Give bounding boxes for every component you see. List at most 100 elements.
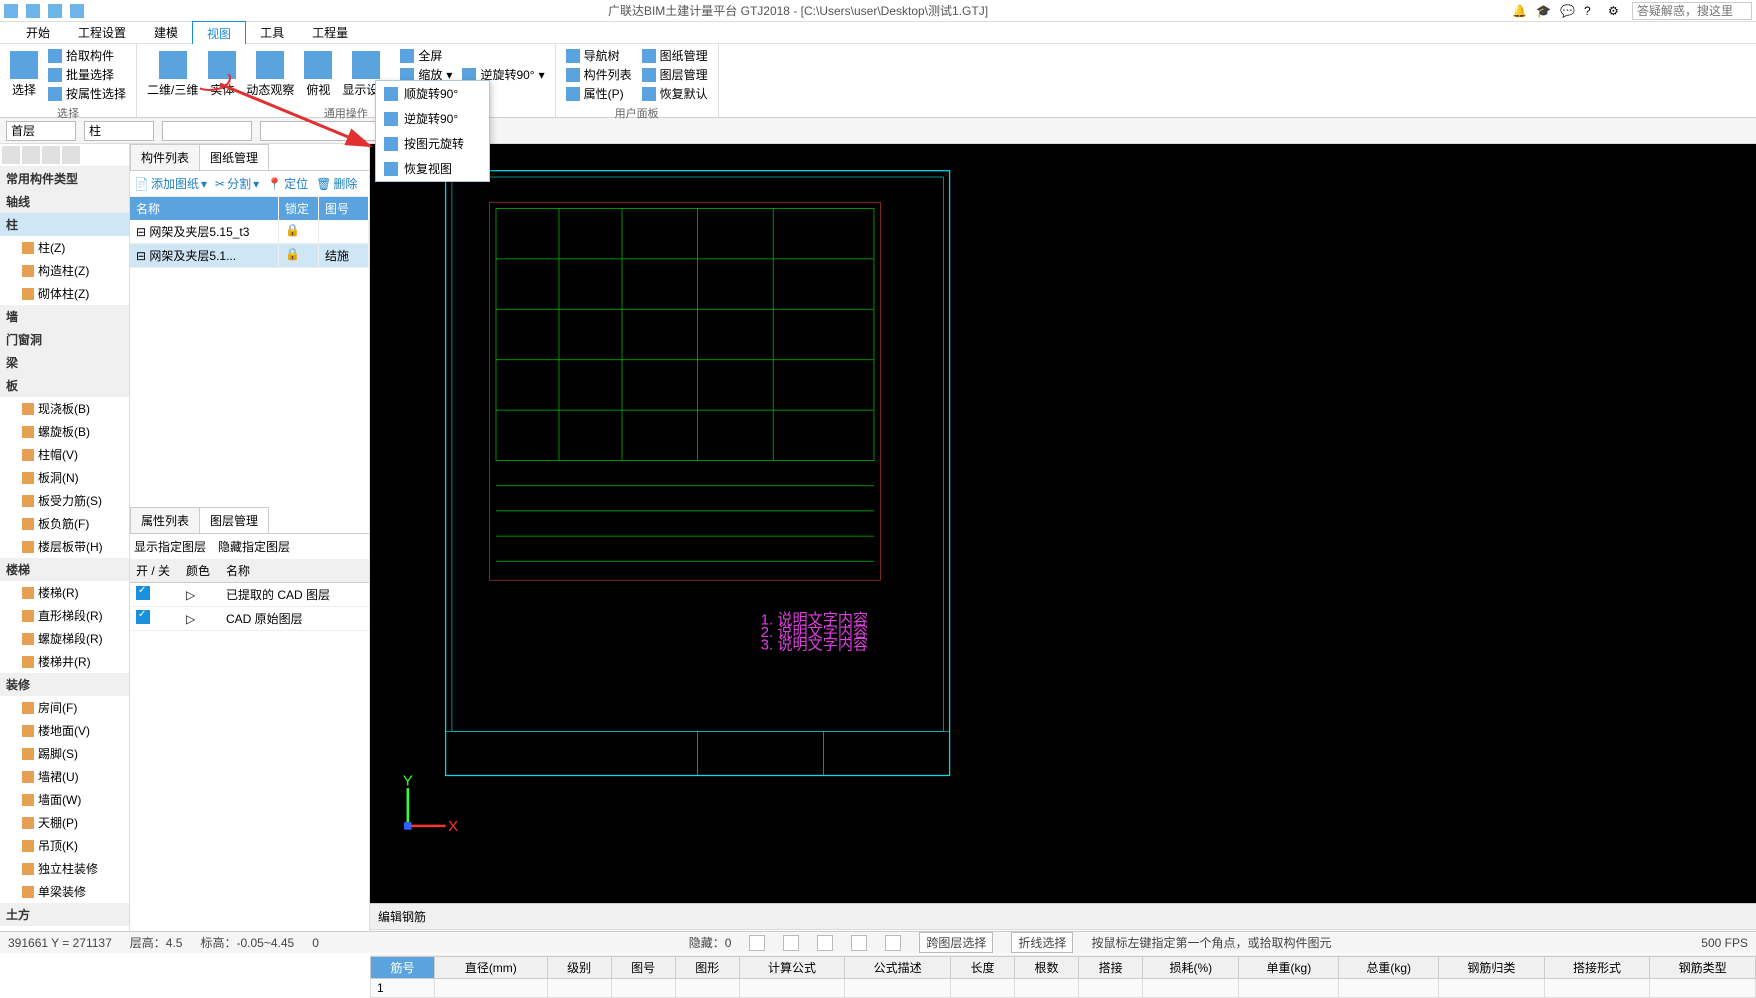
rotate-cw-90[interactable]: 顺旋转90° <box>376 81 489 106</box>
nav-item[interactable]: 板受力筋(S) <box>0 489 129 512</box>
rebar-col-header[interactable]: 损耗(%) <box>1143 957 1239 979</box>
status-icon[interactable] <box>885 935 901 951</box>
nav-item[interactable]: 墙面(W) <box>0 788 129 811</box>
nav-category[interactable]: 墙 <box>0 305 129 328</box>
nav-item[interactable]: 直形梯段(R) <box>0 604 129 627</box>
rebar-col-header[interactable]: 直径(mm) <box>435 957 548 979</box>
subtype-select[interactable] <box>162 121 252 141</box>
pick-button[interactable]: 拾取构件 <box>44 46 130 65</box>
nav-item[interactable]: 板洞(N) <box>0 466 129 489</box>
nav-item[interactable]: 砌体柱(Z) <box>0 282 129 305</box>
show-layer[interactable]: 显示指定图层 <box>134 538 206 555</box>
nav-item[interactable]: 螺旋梯段(R) <box>0 627 129 650</box>
restore-button[interactable]: 恢复默认 <box>638 84 712 103</box>
split-drawing[interactable]: ✂ 分割 ▾ <box>215 175 259 192</box>
nav-item[interactable]: 单梁装修 <box>0 880 129 903</box>
qat-icon[interactable] <box>70 4 84 18</box>
search-input[interactable] <box>1632 2 1752 20</box>
polyline-select-button[interactable]: 折线选择 <box>1011 932 1073 953</box>
rebar-col-header[interactable]: 图形 <box>675 957 739 979</box>
nav-item[interactable]: 楼梯井(R) <box>0 650 129 673</box>
complist-button[interactable]: 构件列表 <box>562 65 636 84</box>
rebar-col-header[interactable]: 根数 <box>1015 957 1079 979</box>
tab-complist[interactable]: 构件列表 <box>130 144 200 170</box>
nav-item[interactable]: 柱(Z) <box>0 236 129 259</box>
drawmgr-button[interactable]: 图纸管理 <box>638 46 712 65</box>
drawing-row[interactable]: ⊟ 网架及夹层5.1...🔒结施 <box>130 244 369 268</box>
nav-category[interactable]: 常用构件类型 <box>0 167 129 190</box>
nav-category[interactable]: 装修 <box>0 673 129 696</box>
status-icon[interactable] <box>749 935 765 951</box>
layer-checkbox[interactable] <box>136 610 150 624</box>
nav-item[interactable]: 吊顶(K) <box>0 834 129 857</box>
batch-select-button[interactable]: 批量选择 <box>44 65 130 84</box>
rebar-col-header[interactable]: 图号 <box>611 957 675 979</box>
nav-item[interactable]: 板负筋(F) <box>0 512 129 535</box>
cross-layer-button[interactable]: 跨图层选择 <box>919 932 993 953</box>
component-select[interactable]: 柱 <box>84 121 154 141</box>
help-icon[interactable]: ? <box>1584 4 1598 18</box>
rotate-ccw-90[interactable]: 逆旋转90° <box>376 106 489 131</box>
nav-category[interactable]: 土方 <box>0 903 129 926</box>
nav-item[interactable]: 现浇板(B) <box>0 397 129 420</box>
navtree-button[interactable]: 导航树 <box>562 46 636 65</box>
menu-tools[interactable]: 工具 <box>246 21 298 44</box>
qat-icon[interactable] <box>4 4 18 18</box>
nav-item[interactable]: 螺旋板(B) <box>0 420 129 443</box>
nav-item[interactable]: 踢脚(S) <box>0 742 129 765</box>
nav-item[interactable]: 天棚(P) <box>0 811 129 834</box>
menu-model[interactable]: 建模 <box>140 21 192 44</box>
nav-item[interactable]: 柱帽(V) <box>0 443 129 466</box>
rotate-by-element[interactable]: 按图元旋转 <box>376 131 489 156</box>
nav-item[interactable]: 楼地面(V) <box>0 719 129 742</box>
rebar-col-header[interactable]: 级别 <box>547 957 611 979</box>
rebar-col-header[interactable]: 总重(kg) <box>1339 957 1439 979</box>
top-view-button[interactable]: 俯视 <box>300 49 336 100</box>
nav-item[interactable]: 楼层板带(H) <box>0 535 129 558</box>
instance-select[interactable] <box>260 121 380 141</box>
restore-view[interactable]: 恢复视图 <box>376 156 489 181</box>
menu-project[interactable]: 工程设置 <box>64 21 140 44</box>
menu-view[interactable]: 视图 <box>192 21 246 45</box>
rebar-col-header[interactable]: 钢筋归类 <box>1439 957 1545 979</box>
rebar-col-header[interactable]: 公式描述 <box>845 957 951 979</box>
hide-layer[interactable]: 隐藏指定图层 <box>218 538 290 555</box>
layer-checkbox[interactable] <box>136 586 150 600</box>
nav-category[interactable]: 梁 <box>0 351 129 374</box>
rebar-col-header[interactable]: 钢筋类型 <box>1650 957 1756 979</box>
bell-icon[interactable]: 🔔 <box>1512 4 1526 18</box>
nav-item[interactable]: 楼梯(R) <box>0 581 129 604</box>
property-button[interactable]: 属性(P) <box>562 84 636 103</box>
menu-start[interactable]: 开始 <box>12 21 64 44</box>
nav-tb-icon[interactable] <box>22 146 40 164</box>
2d3d-button[interactable]: 二维/三维 <box>143 49 202 100</box>
rebar-col-header[interactable]: 计算公式 <box>739 957 845 979</box>
layer-row[interactable]: ▷已提取的 CAD 图层 <box>130 583 369 607</box>
select-button[interactable]: 选择 <box>6 49 42 100</box>
tab-proplist[interactable]: 属性列表 <box>130 507 200 533</box>
chat-icon[interactable]: 💬 <box>1560 4 1574 18</box>
nav-category[interactable]: 楼梯 <box>0 558 129 581</box>
drawing-canvas[interactable]: 1. 说明文字内容 2. 说明文字内容 3. 说明文字内容 X Y <box>370 144 1756 903</box>
qat-icon[interactable] <box>26 4 40 18</box>
solid-button[interactable]: 实体 <box>204 49 240 100</box>
floor-select[interactable]: 首层 <box>6 121 76 141</box>
nav-item[interactable]: 墙裙(U) <box>0 765 129 788</box>
rebar-table[interactable]: 筋号直径(mm)级别图号图形计算公式公式描述长度根数搭接损耗(%)单重(kg)总… <box>370 956 1756 998</box>
layer-row[interactable]: ▷CAD 原始图层 <box>130 607 369 631</box>
prop-select-button[interactable]: 按属性选择 <box>44 84 130 103</box>
nav-category[interactable]: 轴线 <box>0 190 129 213</box>
tab-layermgr[interactable]: 图层管理 <box>199 507 269 533</box>
nav-item[interactable]: 构造柱(Z) <box>0 259 129 282</box>
nav-tb-icon[interactable] <box>2 146 20 164</box>
status-icon[interactable] <box>783 935 799 951</box>
locate-drawing[interactable]: 📍 定位 <box>267 175 308 192</box>
nav-category[interactable]: 门窗洞 <box>0 328 129 351</box>
nav-tb-icon[interactable] <box>42 146 60 164</box>
nav-category[interactable]: 柱 <box>0 213 129 236</box>
rebar-col-header[interactable]: 长度 <box>950 957 1014 979</box>
nav-item[interactable]: 房间(F) <box>0 696 129 719</box>
tab-drawmgr[interactable]: 图纸管理 <box>199 144 269 170</box>
hat-icon[interactable]: 🎓 <box>1536 4 1550 18</box>
nav-item[interactable]: 独立柱装修 <box>0 857 129 880</box>
